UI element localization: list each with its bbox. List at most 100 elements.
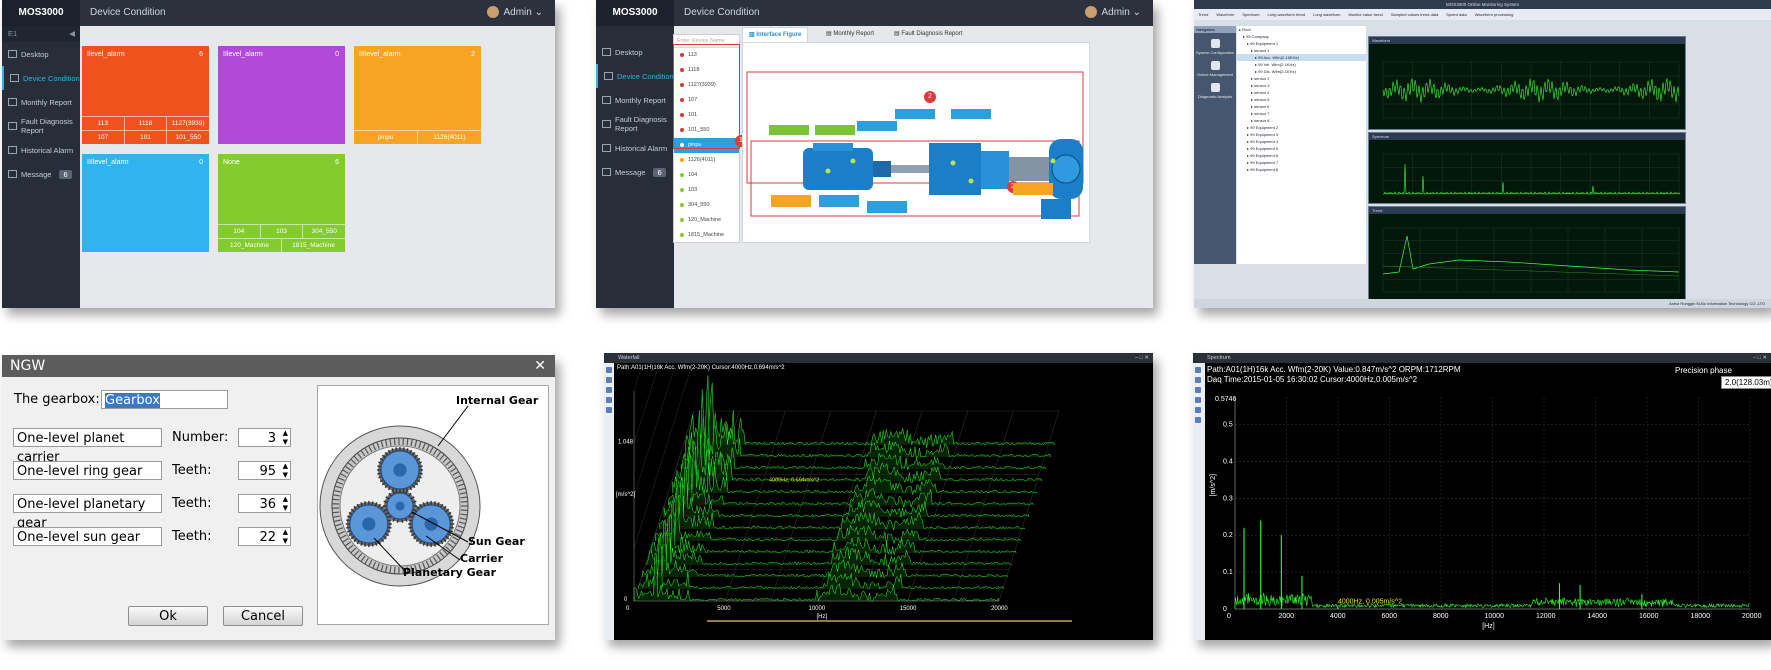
component-name-field[interactable]: One-level planetary gear (13, 494, 162, 513)
sidebar-item-fault-diagnosis-report[interactable]: Fault Diagnosis Report (2, 114, 80, 138)
sidebar-item-desktop[interactable]: Desktop (2, 42, 80, 66)
collapse-icon[interactable]: ◀ (69, 26, 75, 42)
tree-node[interactable]: ▸ 99 Equipment 6 (1237, 152, 1366, 159)
component-name-field[interactable]: One-level ring gear (13, 461, 162, 480)
tree-node[interactable]: ▸ 99 Equipment 7 (1237, 159, 1366, 166)
tree-node[interactable]: ▸ sensor 2 (1237, 75, 1366, 82)
toolbar-button[interactable]: Trend (1198, 12, 1208, 17)
tree-node[interactable]: ▸ sensor 1 (1237, 47, 1366, 54)
nav-item-online-management[interactable]: Online Management (1194, 61, 1236, 77)
toolbar-button[interactable]: Waveform (1216, 12, 1234, 17)
tree-node[interactable]: ▸ 99 Vel. Wfm(2-1KHz) (1237, 61, 1366, 68)
window-controls[interactable]: – □ ✕ (1135, 353, 1149, 363)
parameter-stepper[interactable]: 3 ▲ ▼ (238, 428, 291, 447)
sidebar-item-monthly-report[interactable]: Monthly Report (2, 90, 80, 114)
zoom-icon[interactable] (1195, 377, 1201, 383)
sidebar-item-historical-alarm[interactable]: Historical Alarm (2, 138, 80, 162)
sidebar-item-message[interactable]: Message 6 (2, 162, 80, 186)
toolbar-button[interactable]: Waveform processing (1475, 12, 1514, 17)
tree-node[interactable]: ▸ Root (1237, 26, 1366, 33)
tree-node[interactable]: ▸ 99 Equipment 2 (1237, 124, 1366, 131)
sidebar-item-device-condition[interactable]: Device Condition (596, 64, 674, 88)
status-tile-iiilevelalarm[interactable]: IIIlevel_alarm 2 pinpu 1126(4011) (354, 46, 481, 144)
gearbox-name-field[interactable]: Gearbox (101, 390, 228, 409)
window-controls[interactable]: – □ ✕ (1753, 353, 1767, 363)
status-tile-iiilevelalarm[interactable]: IIIlevel_alarm 0 (82, 154, 209, 252)
stepper-arrows-icon[interactable]: ▲ ▼ (283, 429, 288, 447)
tab-fault-diagnosis-report[interactable]: ▤ Fault Diagnosis Report (888, 27, 968, 42)
tile-device-cell[interactable]: 1126(4011) (418, 130, 481, 144)
close-icon[interactable]: ✕ (534, 355, 546, 377)
tree-node[interactable]: ▸ 99 Equipment 3 (1237, 131, 1366, 138)
device-list-item[interactable]: 1815_Machine (674, 228, 739, 243)
tile-device-cell[interactable]: 304_550 (303, 224, 345, 238)
tree-node[interactable]: ▸ 99 Equipment 4 (1237, 138, 1366, 145)
tree-node[interactable]: ▸ sensor 8 (1237, 117, 1366, 124)
tree-node[interactable]: ▸ sensor 3 (1237, 82, 1366, 89)
reset-icon[interactable] (1195, 397, 1201, 403)
cancel-button[interactable]: Cancel (223, 606, 303, 626)
tab-interface-figure[interactable]: ▥ Interface Figure (742, 27, 808, 43)
tree-node[interactable]: ▸ sensor 7 (1237, 110, 1366, 117)
tree-node[interactable]: ▸ sensor 6 (1237, 103, 1366, 110)
stepper-arrows-icon[interactable]: ▲ ▼ (283, 495, 288, 513)
status-tile-iilevelalarm[interactable]: IIlevel_alarm 0 (218, 46, 345, 144)
tree-node[interactable]: ▸ sensor 4 (1237, 89, 1366, 96)
user-menu[interactable]: Admin ⌄ (487, 0, 543, 26)
sidebar-item-historical-alarm[interactable]: Historical Alarm (596, 136, 674, 160)
tree-node[interactable]: ▸ 99 Acc. Wfm(2-10KHz) (1237, 54, 1366, 61)
export-icon[interactable] (606, 407, 612, 413)
sidebar-item-monthly-report[interactable]: Monthly Report (596, 88, 674, 112)
nav-item-system-configuration[interactable]: System Configuration (1194, 39, 1236, 55)
sidebar-item-fault-diagnosis-report[interactable]: Fault Diagnosis Report (596, 112, 674, 136)
stepper-arrows-icon[interactable]: ▲ ▼ (283, 528, 288, 546)
component-name-field[interactable]: One-level sun gear (13, 527, 162, 546)
status-tile-none[interactable]: None 6 104 103 304_550 120_Machine 1815_Machin… (218, 154, 345, 252)
precision-select[interactable]: 2.0(128.03m) ⌄ (1721, 376, 1771, 389)
reset-icon[interactable] (606, 397, 612, 403)
tab-monthly-report[interactable]: ▤ Monthly Report (820, 27, 880, 42)
toolbar-button[interactable]: Sampled values trend data (1391, 12, 1439, 17)
toolbar-button[interactable]: Speed data (1446, 12, 1466, 17)
toolbar-button[interactable]: Long waveform trend (1268, 12, 1306, 17)
sidebar-item-desktop[interactable]: Desktop (596, 40, 674, 64)
tree-node[interactable]: ▸ 99 Equipment 5 (1237, 145, 1366, 152)
tree-node[interactable]: ▸ 99 Dis. Wfm(2-1KHz) (1237, 68, 1366, 75)
tile-device-cell[interactable]: 1118 (125, 116, 168, 130)
tree-node[interactable]: ▸ 99 Company (1237, 33, 1366, 40)
tree-node[interactable]: ▸ 99 Equipment 1 (1237, 40, 1366, 47)
sidebar-item-message[interactable]: Message 6 (596, 160, 674, 184)
status-tile-ilevelalarm[interactable]: Ilevel_alarm 6 113 1118 1127(3939) 107 101 101_… (82, 46, 209, 144)
nav-item-diagnostic-analysis[interactable]: Diagnostic Analysis (1194, 83, 1236, 99)
cursor-icon[interactable] (1195, 367, 1201, 373)
component-name-field[interactable]: One-level planet carrier (13, 428, 162, 447)
tile-device-cell[interactable]: 103 (261, 224, 304, 238)
tile-device-cell[interactable]: pinpu (354, 130, 418, 144)
device-list-item[interactable]: 104 (674, 168, 739, 183)
tile-device-cell[interactable]: 101 (125, 130, 168, 144)
device-list-item[interactable]: 304_550 (674, 198, 739, 213)
toolbar-button[interactable]: Monitor value trend (1348, 12, 1382, 17)
toolbar-button[interactable]: Spectrum (1242, 12, 1259, 17)
tile-device-cell[interactable]: 101_550 (167, 130, 209, 144)
pan-icon[interactable] (1195, 387, 1201, 393)
tile-device-cell[interactable]: 120_Machine (218, 238, 282, 252)
tree-node[interactable]: ▸ 99 Equipment 8 (1237, 166, 1366, 173)
sidebar-item-device-condition[interactable]: Device Condition (2, 66, 80, 90)
tree-node[interactable]: ▸ sensor 5 (1237, 96, 1366, 103)
tile-device-cell[interactable]: 107 (82, 130, 125, 144)
device-list-item[interactable]: 120_Machine (674, 213, 739, 228)
parameter-stepper[interactable]: 95 ▲ ▼ (238, 461, 291, 480)
tile-device-cell[interactable]: 113 (82, 116, 125, 130)
parameter-stepper[interactable]: 36 ▲ ▼ (238, 494, 291, 513)
cursor-icon[interactable] (606, 367, 612, 373)
ok-button[interactable]: Ok (128, 606, 208, 626)
tile-device-cell[interactable]: 1815_Machine (282, 238, 345, 252)
zoom-icon[interactable] (606, 377, 612, 383)
device-list-item[interactable]: 1126(4011) (674, 153, 739, 168)
tile-device-cell[interactable]: 1127(3939) (167, 116, 209, 130)
stepper-arrows-icon[interactable]: ▲ ▼ (283, 462, 288, 480)
tile-device-cell[interactable]: 104 (218, 224, 261, 238)
export-icon[interactable] (1195, 407, 1201, 413)
user-menu[interactable]: Admin ⌄ (1085, 0, 1141, 26)
